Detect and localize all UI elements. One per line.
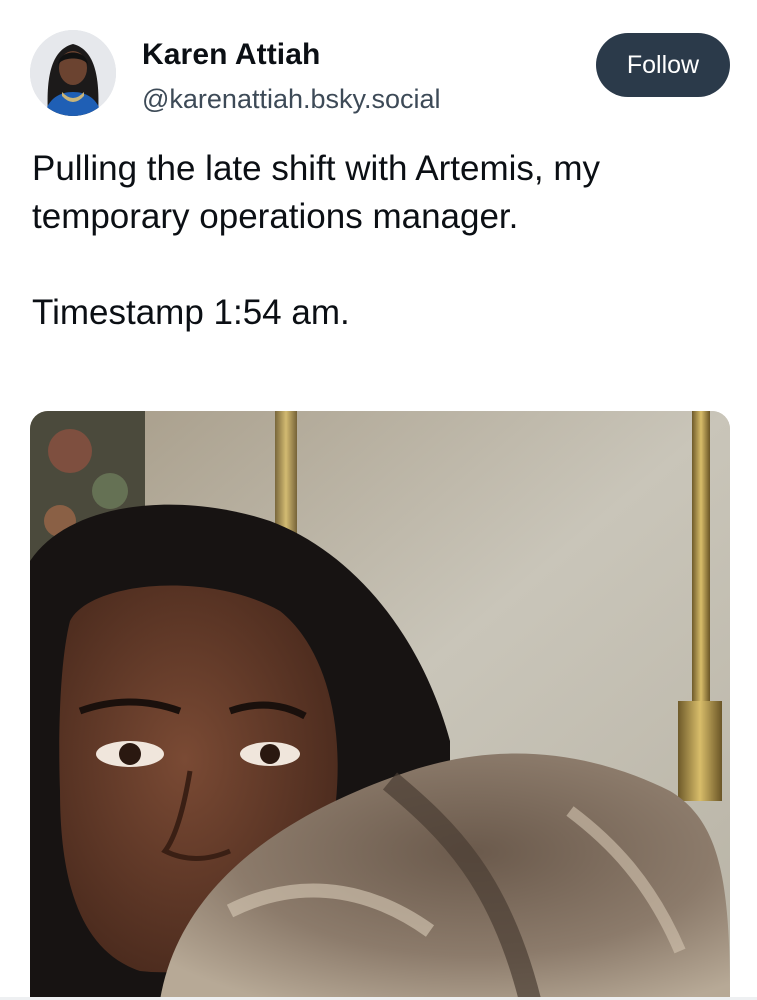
post-image[interactable] <box>30 411 730 1000</box>
post-image-selfie-with-cat <box>30 411 730 1000</box>
post-card: Karen Attiah @karenattiah.bsky.social Fo… <box>0 0 757 1000</box>
author-display-name[interactable]: Karen Attiah <box>142 38 320 72</box>
post-text: Pulling the late shift with Artemis, my … <box>32 145 722 337</box>
author-handle[interactable]: @karenattiah.bsky.social <box>142 84 441 115</box>
post-text-paragraph: Pulling the late shift with Artemis, my … <box>32 149 600 236</box>
avatar-photo <box>30 30 116 116</box>
post-text-paragraph: Timestamp 1:54 am. <box>32 293 350 332</box>
post-header: Karen Attiah @karenattiah.bsky.social Fo… <box>30 30 730 120</box>
avatar[interactable] <box>30 30 116 116</box>
follow-button[interactable]: Follow <box>596 33 730 97</box>
